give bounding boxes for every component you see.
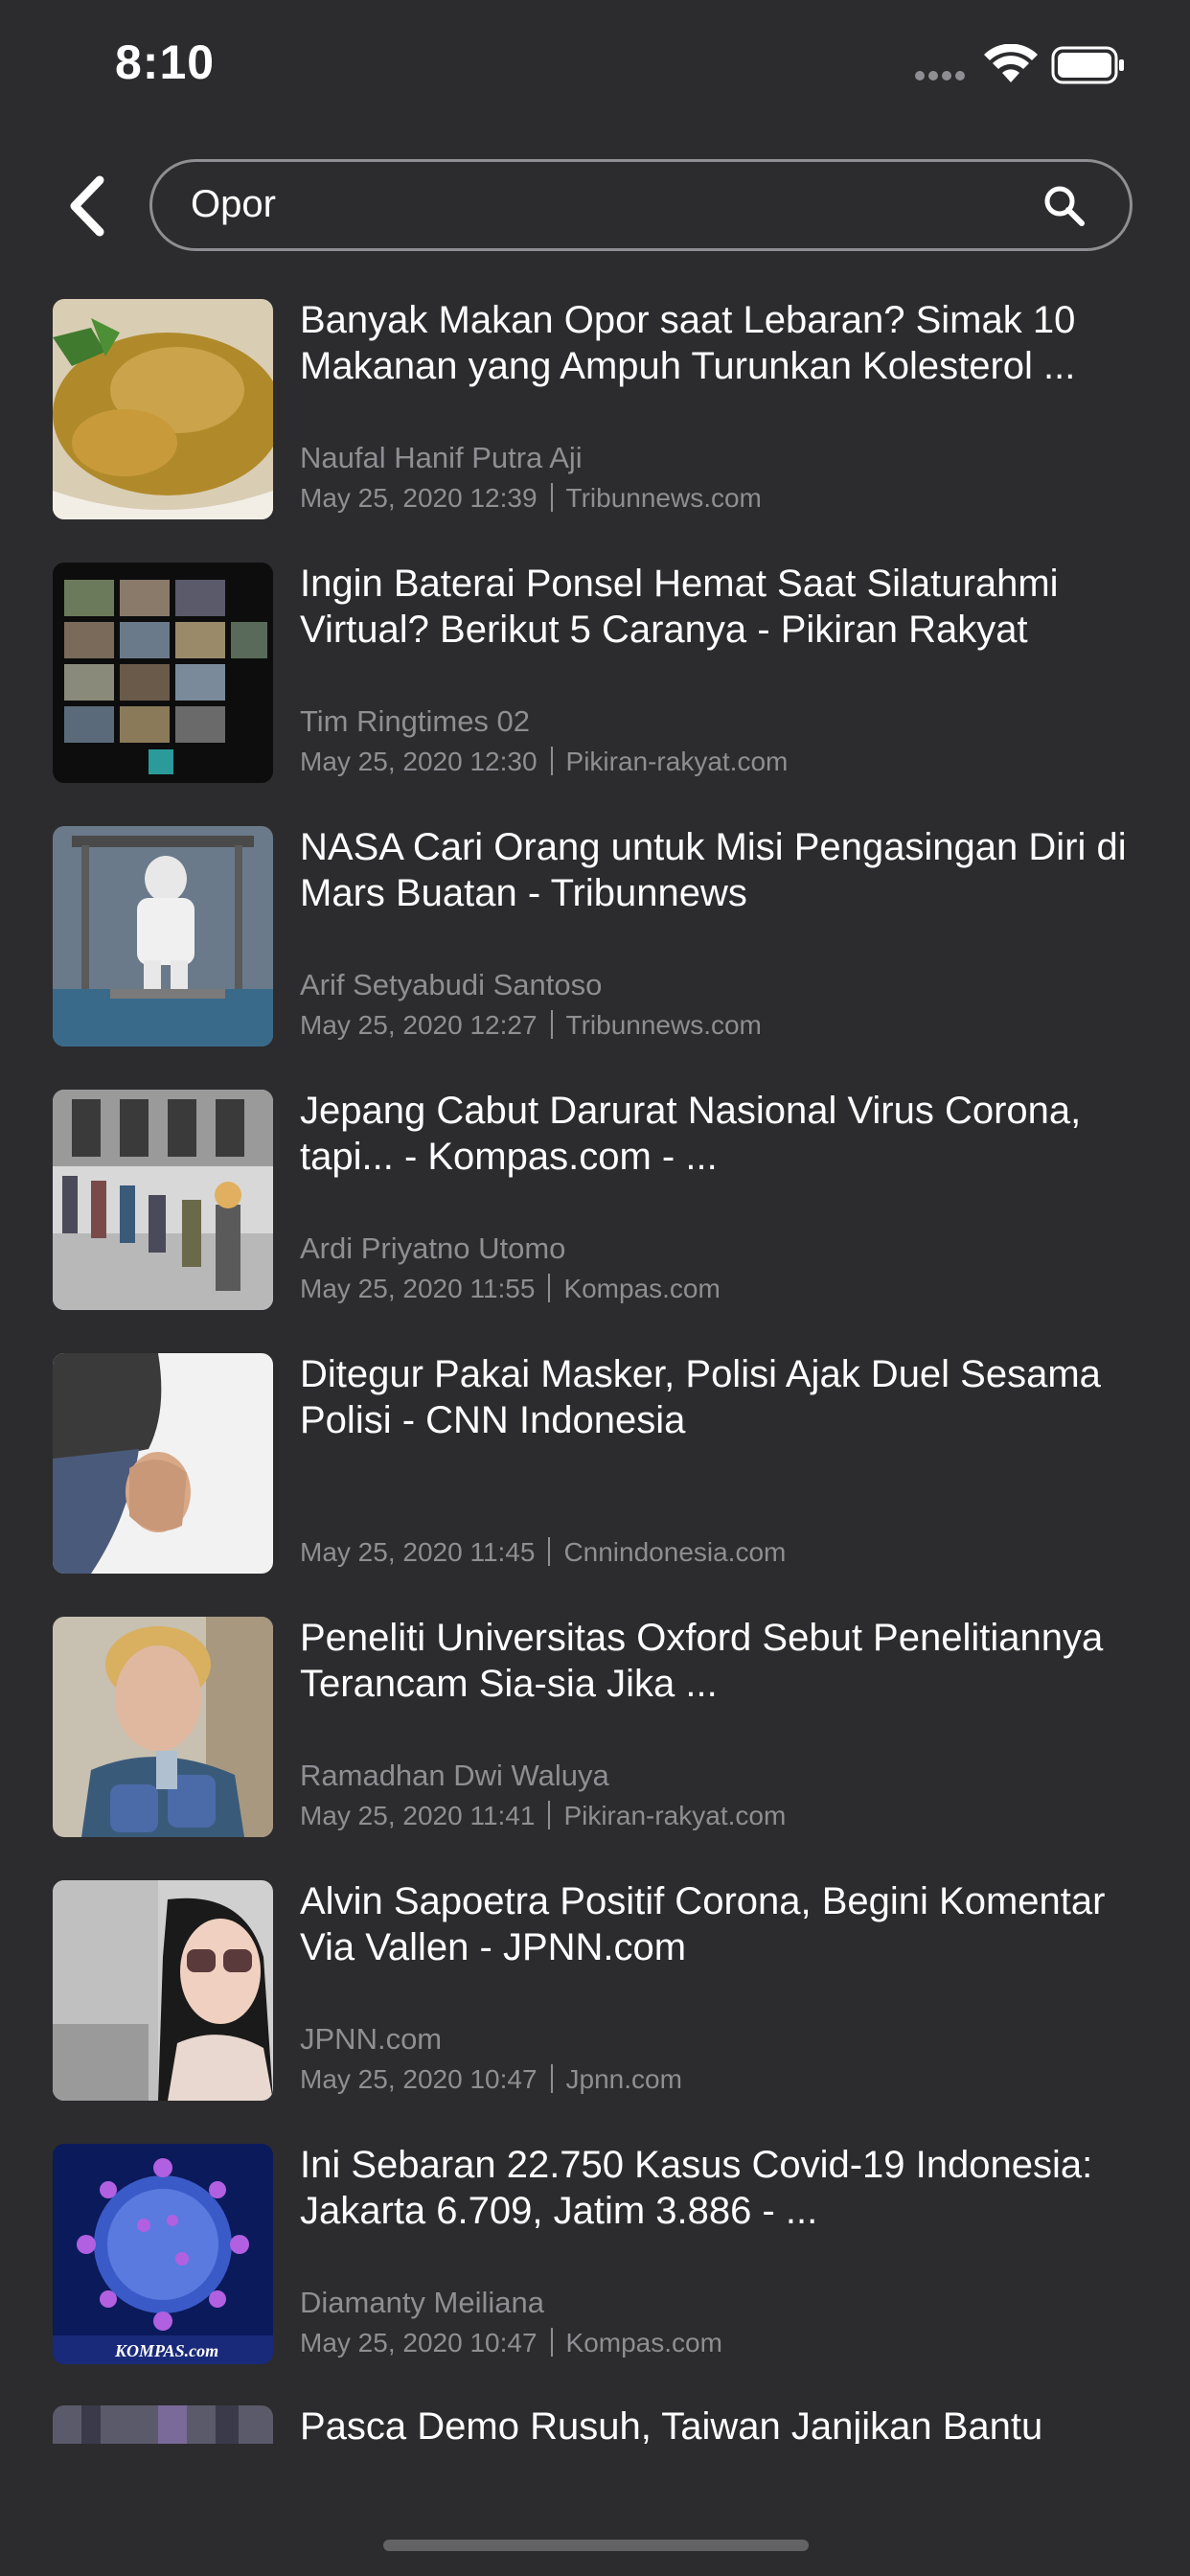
article-item[interactable]: NASA Cari Orang untuk Misi Pengasingan D… (0, 824, 1190, 1046)
article-source: Kompas.com (565, 2328, 722, 2358)
cellular-signal-icon (915, 71, 973, 82)
article-date: May 25, 2020 11:45 (300, 1537, 536, 1567)
article-title[interactable]: Alvin Sapoetra Positif Corona, Begini Ko… (300, 1878, 1143, 1970)
search-query[interactable]: Opor (191, 183, 276, 226)
article-date: May 25, 2020 12:27 (300, 1010, 538, 1040)
search-icon[interactable] (1041, 183, 1087, 229)
article-author: Diamanty Meiliana (300, 2286, 544, 2319)
article-meta: May 25, 2020 11:55 Kompas.com (300, 1274, 721, 1304)
article-item[interactable]: Ditegur Pakai Masker, Polisi Ajak Duel S… (0, 1351, 1190, 1574)
meta-divider (550, 747, 553, 775)
article-item[interactable]: Ingin Baterai Ponsel Hemat Saat Silatura… (0, 561, 1190, 783)
article-source: Kompas.com (563, 1274, 721, 1303)
status-time: 8:10 (115, 35, 216, 89)
status-bar: 8:10 (0, 0, 1190, 134)
article-item[interactable]: Jepang Cabut Darurat Nasional Virus Coro… (0, 1088, 1190, 1310)
meta-divider (550, 2064, 553, 2093)
article-source: Jpnn.com (565, 2064, 682, 2094)
article-source: Pikiran-rakyat.com (563, 1801, 787, 1830)
meta-divider (550, 2328, 553, 2357)
article-title[interactable]: NASA Cari Orang untuk Misi Pengasingan D… (300, 824, 1143, 916)
article-item[interactable]: Alvin Sapoetra Positif Corona, Begini Ko… (0, 1878, 1190, 2101)
search-header: Opor (0, 153, 1190, 259)
article-thumbnail (53, 2405, 273, 2444)
article-thumbnail (53, 563, 273, 783)
meta-divider (548, 1537, 551, 1566)
article-date: May 25, 2020 11:55 (300, 1274, 536, 1303)
article-source: Cnnindonesia.com (563, 1537, 787, 1567)
article-thumbnail (53, 1090, 273, 1310)
back-chevron-icon[interactable] (59, 172, 117, 240)
search-input[interactable]: Opor (149, 159, 1133, 251)
article-item-partial[interactable]: Pasca Demo Rusuh, Taiwan Janjikan Bantu (0, 2404, 1190, 2444)
article-title[interactable]: Banyak Makan Opor saat Lebaran? Simak 10… (300, 297, 1143, 389)
article-author: Ramadhan Dwi Waluya (300, 1759, 609, 1792)
meta-divider (550, 483, 553, 512)
article-meta: May 25, 2020 12:27 Tribunnews.com (300, 1010, 762, 1041)
article-item[interactable]: Peneliti Universitas Oxford Sebut Peneli… (0, 1615, 1190, 1837)
kompas-logo-text: KOMPAS.com (114, 2341, 218, 2360)
article-title[interactable]: Ini Sebaran 22.750 Kasus Covid-19 Indone… (300, 2142, 1143, 2234)
article-meta: May 25, 2020 12:30 Pikiran-rakyat.com (300, 747, 788, 777)
article-date: May 25, 2020 12:30 (300, 747, 538, 776)
article-meta: May 25, 2020 11:45 Cnnindonesia.com (300, 1537, 786, 1568)
article-title[interactable]: Pasca Demo Rusuh, Taiwan Janjikan Bantu (300, 2404, 1143, 2444)
article-author: Tim Ringtimes 02 (300, 704, 531, 738)
article-date: May 25, 2020 10:47 (300, 2064, 538, 2094)
article-meta: May 25, 2020 10:47 Kompas.com (300, 2328, 722, 2358)
article-title[interactable]: Ingin Baterai Ponsel Hemat Saat Silatura… (300, 561, 1143, 653)
article-item[interactable]: KOMPAS.com Ini Sebaran 22.750 Kasus Covi… (0, 2142, 1190, 2364)
article-author: Naufal Hanif Putra Aji (300, 441, 583, 474)
article-meta: May 25, 2020 11:41 Pikiran-rakyat.com (300, 1801, 786, 1831)
article-author: JPNN.com (300, 2022, 443, 2056)
meta-divider (548, 1274, 551, 1302)
article-thumbnail (53, 1617, 273, 1837)
article-meta: May 25, 2020 10:47 Jpnn.com (300, 2064, 682, 2095)
meta-divider (548, 1801, 551, 1829)
article-thumbnail: KOMPAS.com (53, 2144, 273, 2364)
article-meta: May 25, 2020 12:39 Tribunnews.com (300, 483, 762, 514)
battery-icon (1051, 46, 1124, 84)
article-source: Tribunnews.com (565, 483, 762, 513)
article-date: May 25, 2020 11:41 (300, 1801, 536, 1830)
article-title[interactable]: Peneliti Universitas Oxford Sebut Peneli… (300, 1615, 1143, 1707)
home-indicator[interactable] (383, 2540, 809, 2551)
wifi-icon (984, 44, 1038, 82)
article-thumbnail (53, 299, 273, 519)
article-item[interactable]: Banyak Makan Opor saat Lebaran? Simak 10… (0, 297, 1190, 519)
article-date: May 25, 2020 12:39 (300, 483, 538, 513)
article-author: Arif Setyabudi Santoso (300, 968, 603, 1001)
article-thumbnail (53, 1880, 273, 2101)
article-title[interactable]: Ditegur Pakai Masker, Polisi Ajak Duel S… (300, 1351, 1143, 1443)
article-thumbnail (53, 1353, 273, 1574)
article-author: Ardi Priyatno Utomo (300, 1231, 566, 1265)
meta-divider (550, 1010, 553, 1039)
article-date: May 25, 2020 10:47 (300, 2328, 538, 2358)
article-title[interactable]: Jepang Cabut Darurat Nasional Virus Coro… (300, 1088, 1143, 1180)
article-thumbnail (53, 826, 273, 1046)
article-source: Pikiran-rakyat.com (565, 747, 789, 776)
article-source: Tribunnews.com (565, 1010, 762, 1040)
